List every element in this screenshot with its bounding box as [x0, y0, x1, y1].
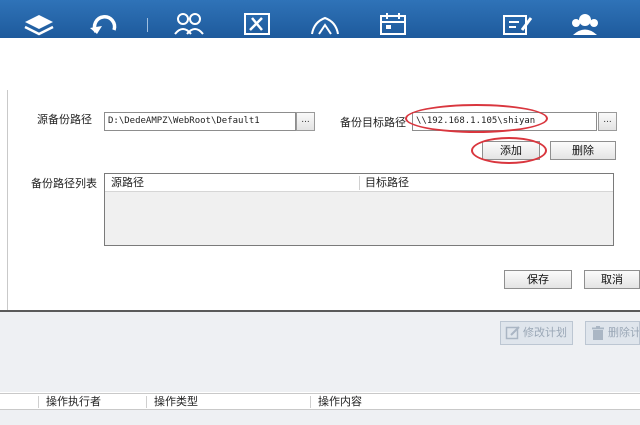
delete-button[interactable]: 删除: [550, 141, 616, 160]
plan-panel: 修改计划 删除计: [0, 312, 640, 392]
main-toolbar: [0, 0, 640, 38]
log-table-header: 操作执行者 操作类型 操作内容: [0, 393, 640, 410]
cloud-icon[interactable]: [308, 10, 342, 36]
users-icon[interactable]: [172, 10, 206, 36]
calendar-icon[interactable]: [376, 10, 410, 36]
log-column-divider: [146, 396, 147, 408]
cancel-button[interactable]: 取消: [584, 270, 640, 289]
table-header: 源路径 目标路径: [105, 174, 613, 192]
save-button[interactable]: 保存: [504, 270, 572, 289]
delete-plan-label: 删除计: [608, 326, 640, 339]
edit-icon[interactable]: [500, 10, 534, 36]
people-icon[interactable]: [568, 10, 602, 36]
column-target-path[interactable]: 目标路径: [359, 174, 409, 192]
tools-icon[interactable]: [240, 10, 274, 36]
modify-plan-label: 修改计划: [523, 326, 567, 339]
backup-list-label: 备份路径列表: [31, 177, 97, 190]
source-path-label: 源备份路径: [37, 113, 92, 126]
edit-plan-icon: [505, 325, 521, 341]
log-column-divider: [38, 396, 39, 408]
log-table-body: [0, 410, 640, 425]
log-column-operator[interactable]: 操作执行者: [46, 394, 101, 410]
modify-plan-button[interactable]: 修改计划: [500, 321, 573, 345]
log-column-content[interactable]: 操作内容: [318, 394, 362, 410]
backup-path-table[interactable]: 源路径 目标路径: [104, 173, 614, 246]
target-browse-button[interactable]: ...: [598, 112, 617, 131]
add-button[interactable]: 添加: [482, 141, 540, 160]
undo-icon[interactable]: [88, 10, 122, 36]
delete-plan-button[interactable]: 删除计: [585, 321, 640, 345]
column-source-path[interactable]: 源路径: [105, 174, 144, 192]
target-path-label: 备份目标路径: [340, 116, 406, 129]
target-path-input[interactable]: \\192.168.1.105\shiyan: [412, 112, 597, 131]
toolbar-separator: [147, 18, 148, 32]
source-browse-button[interactable]: ...: [296, 112, 315, 131]
trash-icon: [590, 325, 606, 341]
layers-icon[interactable]: [22, 10, 56, 36]
log-column-divider: [310, 396, 311, 408]
log-column-type[interactable]: 操作类型: [154, 394, 198, 410]
source-path-field[interactable]: D:\DedeAMPZ\WebRoot\Default1: [104, 112, 296, 131]
dialog-border: [7, 90, 8, 310]
